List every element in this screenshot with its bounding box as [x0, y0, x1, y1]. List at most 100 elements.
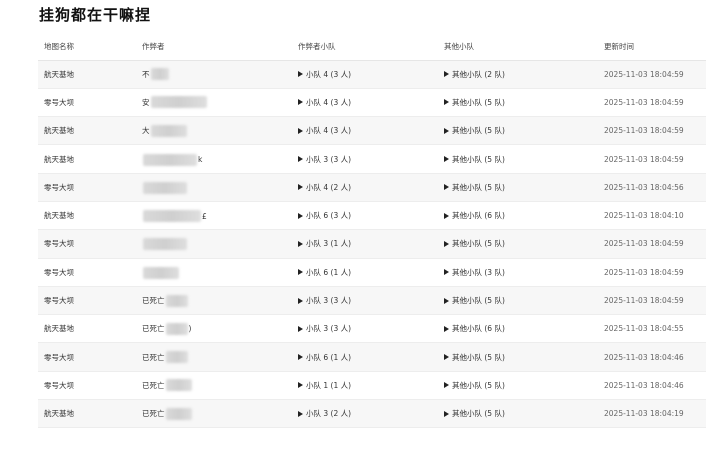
squad-expander[interactable]: 小队 3 (3 人)	[298, 154, 351, 165]
cell-map: 航天基地	[38, 144, 136, 174]
other-squads-expander[interactable]: 其他小队 (2 队)	[444, 69, 505, 80]
squad-expander[interactable]: 小队 3 (2 人)	[298, 408, 351, 419]
blurred-author-name	[150, 96, 207, 109]
squad-expander[interactable]: 小队 6 (1 人)	[298, 267, 351, 278]
cell-author: 已死亡	[136, 371, 292, 401]
cell-squad: 小队 6 (3 人)	[292, 201, 438, 231]
author-name-prefix: 不	[142, 69, 150, 79]
squad-label: 小队 6 (3 人)	[306, 211, 352, 221]
expand-triangle-icon	[444, 156, 449, 163]
table-row: 航天基地大 小队 4 (3 人) 其他小队 (5 队) 2025-11-03 18:0…	[38, 116, 706, 146]
expand-triangle-icon	[298, 325, 303, 332]
squad-label: 小队 4 (3 人)	[306, 126, 352, 136]
squad-expander[interactable]: 小队 4 (3 人)	[298, 97, 351, 108]
other-squads-label: 其他小队 (6 队)	[452, 211, 505, 221]
cell-map: 航天基地	[38, 399, 136, 429]
expand-triangle-icon	[298, 269, 303, 276]
cell-author: 已死亡)	[136, 314, 292, 344]
cell-time: 2025-11-03 18:04:59	[598, 60, 706, 89]
expand-triangle-icon	[298, 240, 303, 247]
other-squads-expander[interactable]: 其他小队 (5 队)	[444, 380, 505, 391]
other-squads-expander[interactable]: 其他小队 (6 队)	[444, 210, 505, 221]
cell-time: 2025-11-03 18:04:59	[598, 229, 706, 259]
cell-other: 其他小队 (5 队)	[438, 399, 598, 429]
author-name-prefix: 大	[142, 126, 150, 136]
cell-other: 其他小队 (3 队)	[438, 258, 598, 287]
cell-other: 其他小队 (5 队)	[438, 371, 598, 401]
cell-map: 零号大坝	[38, 173, 136, 202]
other-squads-label: 其他小队 (5 队)	[452, 126, 505, 136]
expand-triangle-icon	[444, 127, 449, 134]
table-row: 零号大坝安 小队 4 (3 人) 其他小队 (5 队) 2025-11-03 18:0…	[38, 88, 706, 118]
blurred-author-name	[143, 266, 179, 279]
squad-expander[interactable]: 小队 4 (3 人)	[298, 125, 351, 136]
author-name-prefix: 安	[142, 97, 150, 107]
cell-map: 航天基地	[38, 201, 136, 231]
squad-expander[interactable]: 小队 6 (3 人)	[298, 210, 351, 221]
cell-other: 其他小队 (5 队)	[438, 173, 598, 202]
other-squads-expander[interactable]: 其他小队 (5 队)	[444, 154, 505, 165]
squad-expander[interactable]: 小队 4 (2 人)	[298, 182, 351, 193]
other-squads-expander[interactable]: 其他小队 (5 队)	[444, 97, 505, 108]
expand-triangle-icon	[444, 99, 449, 106]
other-squads-expander[interactable]: 其他小队 (6 队)	[444, 323, 505, 334]
cheater-table: 地图名称 作弊者 作弊者小队 其他小队 更新时间 航天基地不小队 4 (3 人)…	[38, 33, 706, 429]
other-squads-expander[interactable]: 其他小队 (5 队)	[444, 125, 505, 136]
cell-other: 其他小队 (2 队)	[438, 60, 598, 89]
cell-squad: 小队 6 (1 人)	[292, 258, 438, 287]
expand-triangle-icon	[298, 156, 303, 163]
squad-label: 小队 3 (2 人)	[306, 409, 352, 419]
expand-triangle-icon	[444, 71, 449, 78]
squad-label: 小队 3 (3 人)	[306, 296, 352, 306]
squad-expander[interactable]: 小队 3 (3 人)	[298, 295, 351, 306]
cell-squad: 小队 4 (3 人)	[292, 60, 438, 89]
expand-triangle-icon	[444, 382, 449, 389]
other-squads-expander[interactable]: 其他小队 (5 队)	[444, 238, 505, 249]
header-other: 其他小队	[438, 33, 598, 61]
expand-triangle-icon	[298, 127, 303, 134]
other-squads-label: 其他小队 (5 队)	[452, 409, 505, 419]
cell-map: 零号大坝	[38, 371, 136, 401]
cell-author: 已死亡	[136, 286, 292, 316]
cell-squad: 小队 3 (3 人)	[292, 144, 438, 174]
other-squads-label: 其他小队 (5 队)	[452, 296, 505, 306]
expand-triangle-icon	[444, 212, 449, 219]
squad-label: 小队 1 (1 人)	[306, 380, 352, 390]
blurred-author-name	[165, 322, 188, 335]
expand-triangle-icon	[298, 410, 303, 417]
cell-author: 安	[136, 88, 292, 118]
cell-squad: 小队 6 (1 人)	[292, 342, 438, 372]
cell-author: 已死亡	[136, 399, 292, 429]
other-squads-label: 其他小队 (5 队)	[452, 97, 505, 107]
other-squads-label: 其他小队 (2 队)	[452, 69, 505, 79]
blurred-author-name	[165, 379, 192, 392]
cell-squad: 小队 1 (1 人)	[292, 371, 438, 401]
cell-time: 2025-11-03 18:04:46	[598, 371, 706, 401]
table-row: 零号大坝 小队 3 (1 人) 其他小队 (5 队) 2025-11-03 18:04…	[38, 229, 706, 259]
page: 挂狗都在干嘛捏 地图名称 作弊者 作弊者小队 其他小队 更新时间 航天基地不小队…	[0, 0, 720, 460]
cell-other: 其他小队 (5 队)	[438, 116, 598, 146]
other-squads-expander[interactable]: 其他小队 (3 队)	[444, 267, 505, 278]
squad-expander[interactable]: 小队 6 (1 人)	[298, 352, 351, 363]
other-squads-expander[interactable]: 其他小队 (5 队)	[444, 295, 505, 306]
squad-label: 小队 4 (3 人)	[306, 97, 352, 107]
squad-expander[interactable]: 小队 3 (3 人)	[298, 323, 351, 334]
other-squads-label: 其他小队 (5 队)	[452, 239, 505, 249]
table-row: 零号大坝 已死亡 小队 3 (3 人) 其他小队 (5 队) 2025-11-03 18…	[38, 286, 706, 316]
squad-label: 小队 3 (3 人)	[306, 324, 352, 334]
table-row: 航天基地 已死亡 小队 3 (2 人) 其他小队 (5 队) 2025-11-03 18…	[38, 399, 706, 429]
other-squads-expander[interactable]: 其他小队 (5 队)	[444, 182, 505, 193]
squad-expander[interactable]: 小队 3 (1 人)	[298, 238, 351, 249]
other-squads-expander[interactable]: 其他小队 (5 队)	[444, 408, 505, 419]
author-name-suffix: k	[198, 155, 203, 165]
squad-label: 小队 4 (2 人)	[306, 182, 352, 192]
blurred-author-name	[143, 181, 187, 194]
cell-map: 航天基地	[38, 60, 136, 89]
other-squads-expander[interactable]: 其他小队 (5 队)	[444, 352, 505, 363]
squad-expander[interactable]: 小队 1 (1 人)	[298, 380, 351, 391]
squad-expander[interactable]: 小队 4 (3 人)	[298, 69, 351, 80]
blurred-author-name	[165, 351, 188, 364]
author-name-prefix: 已死亡	[142, 409, 165, 419]
cell-author	[136, 173, 292, 202]
blurred-author-name	[143, 210, 201, 223]
